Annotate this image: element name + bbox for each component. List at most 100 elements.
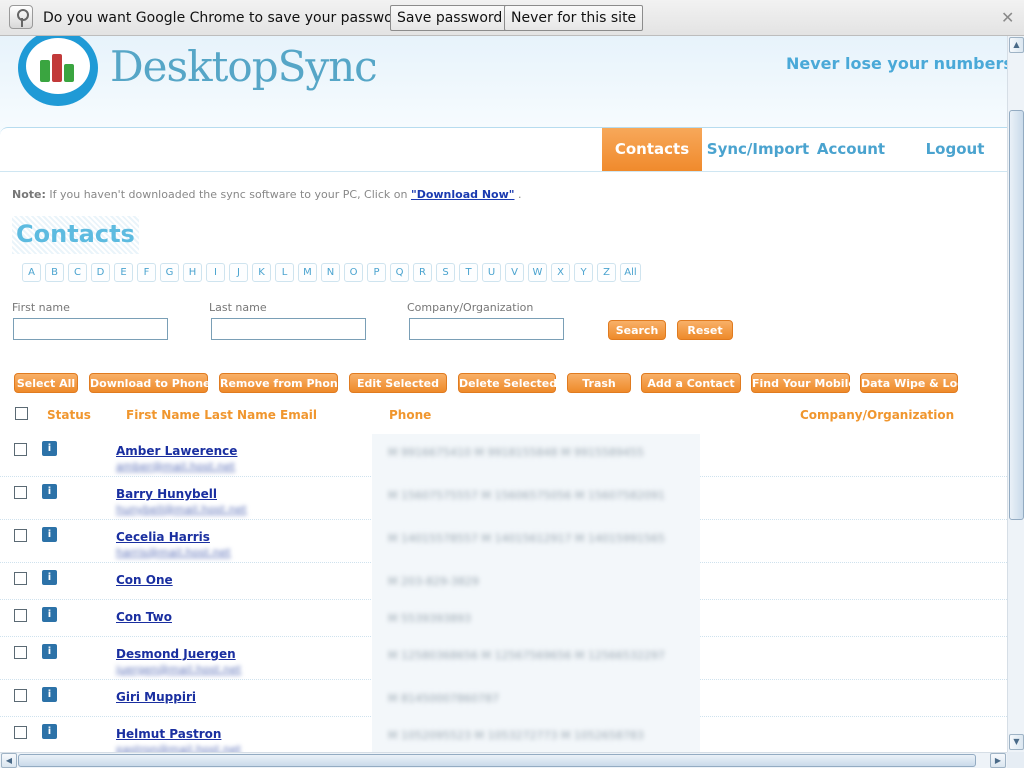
contact-name-link[interactable]: Desmond Juergen [116,647,236,661]
phone-status-icon[interactable]: i [42,527,57,542]
phone-status-icon[interactable]: i [42,607,57,622]
select-all-button[interactable]: Select All [14,373,78,393]
row-checkbox[interactable] [14,572,27,585]
contact-email[interactable]: hunybell@mail.host.net [116,503,247,516]
alpha-filter-j[interactable]: J [229,263,248,282]
alpha-filter-i[interactable]: I [206,263,225,282]
contact-name-link[interactable]: Barry Hunybell [116,487,217,501]
nav-contacts[interactable]: Contacts [602,128,702,171]
phone-status-icon[interactable]: i [42,644,57,659]
name-email-header: First Name Last Name Email [126,408,318,422]
contact-name-link[interactable]: Giri Muppiri [116,690,196,704]
alpha-filter-q[interactable]: Q [390,263,409,282]
contact-name-link[interactable]: Con Two [116,610,172,624]
phone-status-icon[interactable]: i [42,687,57,702]
alpha-filter-d[interactable]: D [91,263,110,282]
row-checkbox[interactable] [14,726,27,739]
table-row: i Barry Hunybell hunybell@mail.host.net M 1… [0,477,1007,520]
row-checkbox[interactable] [14,689,27,702]
row-checkbox[interactable] [14,529,27,542]
delete-selected-button[interactable]: Delete Selected [458,373,557,393]
nav-sync-import[interactable]: Sync/Import [706,128,810,171]
contact-email[interactable]: harris@mail.host.net [116,546,231,559]
scroll-down-icon[interactable]: ▼ [1009,734,1024,750]
alpha-filter-k[interactable]: K [252,263,271,282]
search-button[interactable]: Search [608,320,666,340]
key-icon [9,5,33,29]
alpha-filter-s[interactable]: S [436,263,455,282]
contact-name-link[interactable]: Helmut Pastron [116,727,221,741]
password-infobar: Do you want Google Chrome to save your p… [0,0,1024,36]
alpha-filter-f[interactable]: F [137,263,156,282]
close-infobar-icon[interactable]: ✕ [1001,8,1014,27]
horizontal-scrollbar[interactable]: ◀ ▶ [0,752,1007,768]
last-name-input[interactable] [211,318,366,340]
download-to-phone-button[interactable]: Download to Phone [89,373,211,393]
scroll-up-icon[interactable]: ▲ [1009,37,1024,53]
trash-button[interactable]: Trash [567,373,631,393]
add-contact-button[interactable]: Add a Contact [641,373,741,393]
alpha-filter-y[interactable]: Y [574,263,593,282]
alpha-filter-e[interactable]: E [114,263,133,282]
last-name-label: Last name [209,301,267,314]
phone-status-icon[interactable]: i [42,724,57,739]
logo-icon[interactable] [18,36,98,106]
alpha-filter-b[interactable]: B [45,263,64,282]
company-input[interactable] [409,318,564,340]
contact-name-link[interactable]: Amber Lawerence [116,444,237,458]
contact-name-link[interactable]: Con One [116,573,173,587]
alpha-filter-h[interactable]: H [183,263,202,282]
contact-email[interactable]: amber@mail.host.net [116,460,235,473]
note-text: If you haven't downloaded the sync softw… [45,188,411,201]
vertical-scrollbar[interactable]: ▲ ▼ [1007,36,1024,752]
nav-account[interactable]: Account [814,128,888,171]
alpha-filter-m[interactable]: M [298,263,317,282]
never-for-this-site-button[interactable]: Never for this site [504,5,644,31]
alpha-filter-t[interactable]: T [459,263,478,282]
alpha-filter-r[interactable]: R [413,263,432,282]
find-your-mobile-button[interactable]: Find Your Mobile [751,373,856,393]
row-checkbox[interactable] [14,443,27,456]
alpha-filter-u[interactable]: U [482,263,501,282]
alpha-filter-v[interactable]: V [505,263,524,282]
main-nav: Contacts Sync/Import Account Logout [0,127,1007,172]
contact-phone: M 81450007860787 [388,692,499,705]
data-wipe-lock-button[interactable]: Data Wipe & Lock [860,373,971,393]
nav-logout[interactable]: Logout [922,128,988,171]
alpha-filter-g[interactable]: G [160,263,179,282]
contact-name-link[interactable]: Cecelia Harris [116,530,210,544]
phone-status-icon[interactable]: i [42,484,57,499]
alpha-filter-all[interactable]: All [620,263,641,282]
table-row: i Cecelia Harris harris@mail.host.net M 140… [0,520,1007,563]
select-all-checkbox[interactable] [15,407,28,420]
alpha-filter-p[interactable]: P [367,263,386,282]
alpha-filter-a[interactable]: A [22,263,41,282]
remove-from-phone-button[interactable]: Remove from Phone [219,373,345,393]
note-prefix: Note: [12,188,46,201]
scroll-left-icon[interactable]: ◀ [1,753,17,768]
first-name-input[interactable] [13,318,168,340]
scroll-right-icon[interactable]: ▶ [990,753,1006,768]
company-label: Company/Organization [407,301,534,314]
reset-button[interactable]: Reset [677,320,733,340]
row-checkbox[interactable] [14,609,27,622]
contact-email[interactable]: juergen@mail.host.net [116,663,241,676]
save-password-button[interactable]: Save password [390,5,510,31]
contact-email[interactable]: pastron@mail.host.net [116,743,241,752]
alpha-filter-x[interactable]: X [551,263,570,282]
download-now-link[interactable]: "Download Now" [411,188,515,201]
phone-status-icon[interactable]: i [42,441,57,456]
brand-name[interactable]: DesktopSync [110,42,378,91]
horizontal-scroll-thumb[interactable] [18,754,976,767]
alpha-filter-o[interactable]: O [344,263,363,282]
row-checkbox[interactable] [14,486,27,499]
alpha-filter-l[interactable]: L [275,263,294,282]
vertical-scroll-thumb[interactable] [1009,110,1024,520]
phone-status-icon[interactable]: i [42,570,57,585]
edit-selected-button[interactable]: Edit Selected [349,373,447,393]
alpha-filter-z[interactable]: Z [597,263,616,282]
alpha-filter-n[interactable]: N [321,263,340,282]
alpha-filter-w[interactable]: W [528,263,547,282]
row-checkbox[interactable] [14,646,27,659]
alpha-filter-c[interactable]: C [68,263,87,282]
